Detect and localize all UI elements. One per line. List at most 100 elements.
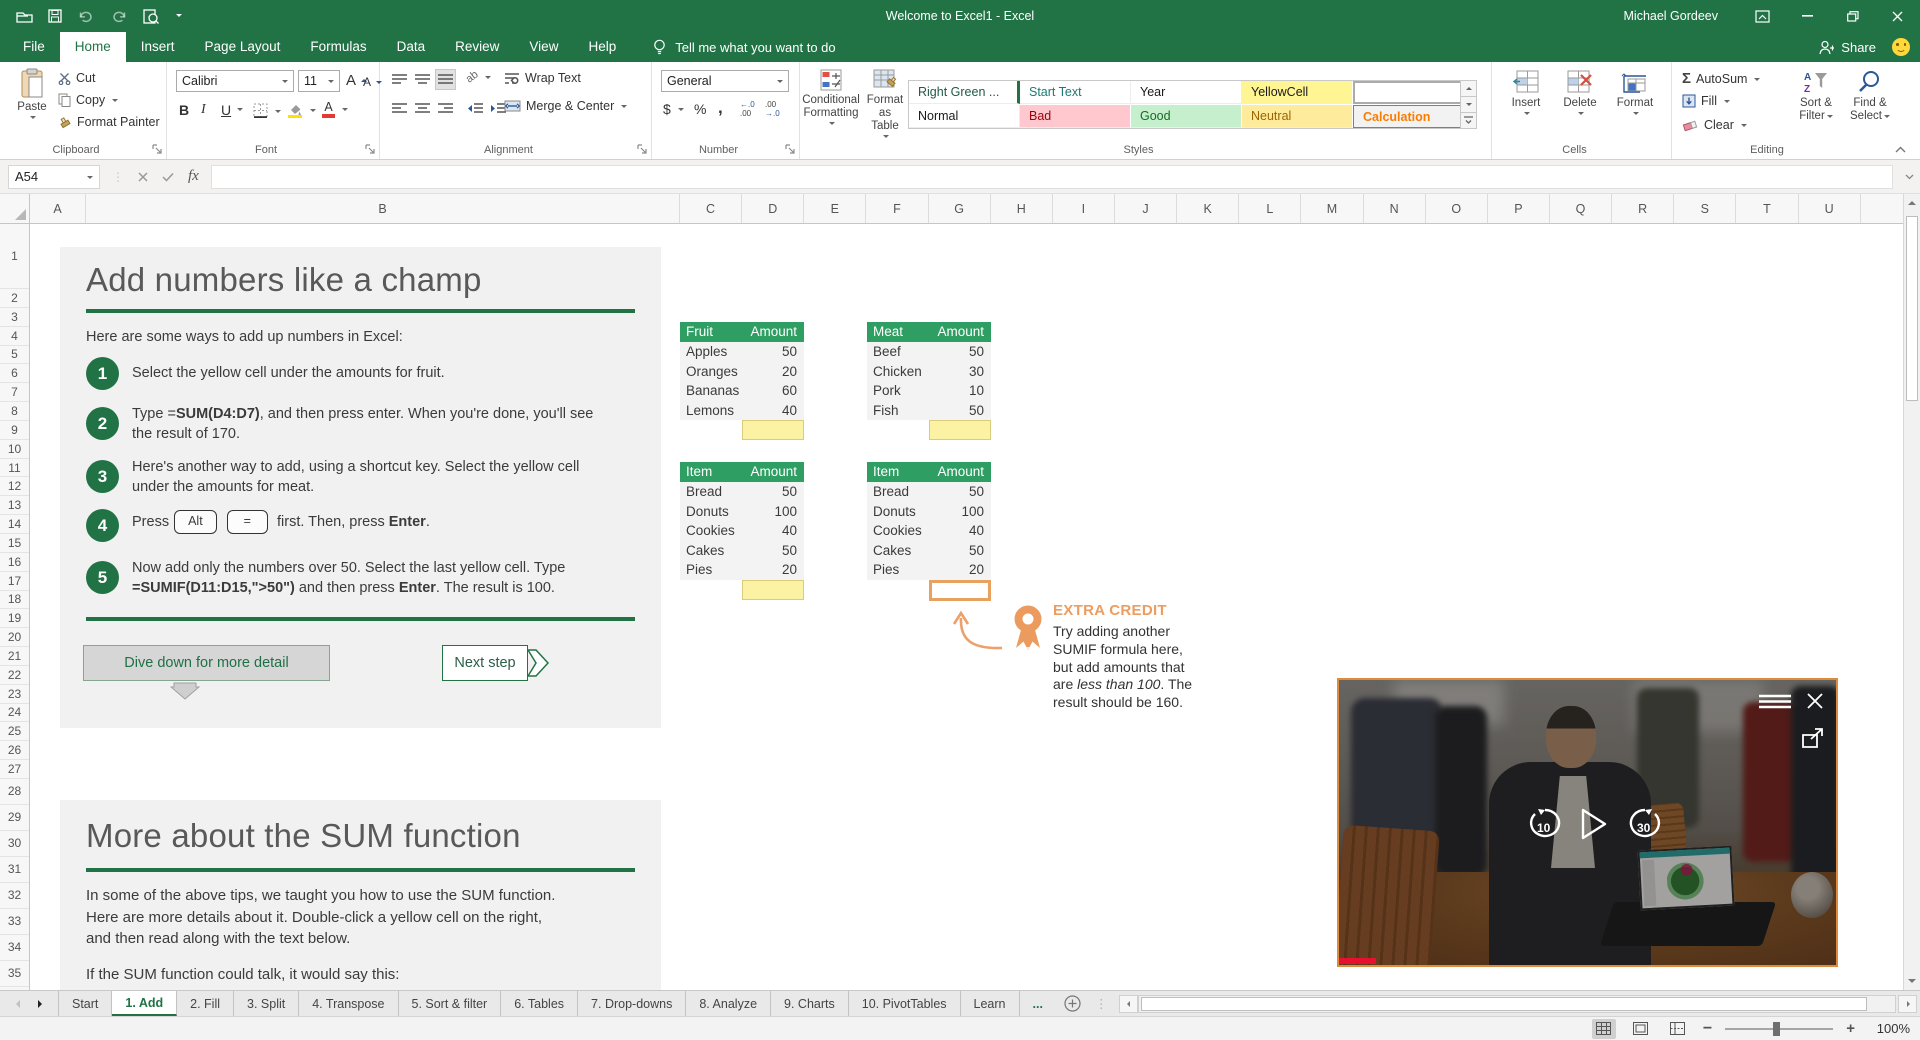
amount-cell[interactable]: 50 [933, 482, 991, 502]
zoom-in-button[interactable]: + [1846, 1020, 1855, 1037]
insert-function-icon[interactable]: fx [188, 168, 199, 185]
amount-cell[interactable]: 50 [746, 541, 804, 561]
normal-view-button[interactable] [1591, 1018, 1616, 1039]
font-color-dropdown-icon[interactable] [342, 108, 348, 114]
alignment-dialog-launcher-icon[interactable] [637, 144, 648, 155]
font-name-select[interactable]: Calibri [176, 70, 294, 92]
customize-qat-icon[interactable] [176, 14, 182, 20]
item-cell[interactable]: Cookies [867, 521, 933, 541]
decrease-indent-button[interactable] [464, 98, 485, 119]
sheet-nav-right-icon[interactable] [38, 999, 46, 1008]
item-cell[interactable]: Bananas [680, 381, 746, 401]
clipboard-dialog-launcher-icon[interactable] [152, 144, 163, 155]
row-header[interactable]: 8 [0, 402, 29, 421]
ribbon-tab[interactable]: File [8, 32, 60, 62]
row-header[interactable]: 31 [0, 857, 29, 883]
cell-style-item[interactable]: Right Green ... [909, 81, 1020, 104]
align-bottom-button[interactable] [435, 69, 456, 90]
scroll-down-icon[interactable] [1904, 972, 1920, 990]
item-cell[interactable]: Donuts [680, 502, 746, 522]
amount-cell[interactable]: 50 [746, 482, 804, 502]
amount-cell[interactable]: 30 [933, 362, 991, 382]
ribbon-tab[interactable]: Insert [126, 32, 190, 62]
item-cell[interactable]: Pies [680, 560, 746, 580]
select-all-corner[interactable] [0, 194, 30, 223]
row-header[interactable]: 29 [0, 805, 29, 831]
hscroll-right-icon[interactable] [1898, 994, 1917, 1013]
cell-style-item[interactable]: Good [1131, 104, 1242, 128]
row-header[interactable]: 4 [0, 327, 29, 346]
gallery-up-icon[interactable] [1460, 80, 1477, 97]
gallery-more-icon[interactable] [1460, 113, 1477, 129]
sheet-tab[interactable]: 4. Transpose [299, 991, 399, 1016]
save-icon[interactable] [48, 9, 62, 23]
accounting-format-button[interactable]: $ [663, 101, 684, 117]
align-top-button[interactable] [389, 69, 410, 90]
row-header[interactable]: 15 [0, 534, 29, 553]
amount-cell[interactable]: 50 [746, 342, 804, 362]
restore-button[interactable] [1830, 0, 1875, 32]
row-header[interactable]: 34 [0, 935, 29, 961]
comma-style-button[interactable]: , [718, 98, 723, 118]
gallery-down-icon[interactable] [1460, 97, 1477, 113]
row-header[interactable]: 33 [0, 909, 29, 935]
find-select-button[interactable]: Find & Select [1844, 65, 1896, 155]
row-header[interactable]: 17 [0, 572, 29, 591]
increase-decimal-button[interactable]: ←.0.00 [740, 100, 755, 118]
ribbon-tab[interactable]: Page Layout [190, 32, 296, 62]
row-header[interactable]: 25 [0, 722, 29, 742]
close-button[interactable] [1875, 0, 1920, 32]
find-select-dropdown-icon[interactable] [1883, 115, 1890, 121]
align-left-button[interactable] [389, 98, 410, 119]
zoom-out-button[interactable]: − [1703, 1020, 1712, 1038]
paste-button[interactable]: Paste [10, 65, 54, 155]
row-header[interactable]: 9 [0, 421, 29, 440]
row-header[interactable]: 11 [0, 459, 29, 478]
ribbon-tab[interactable]: Home [59, 32, 126, 62]
sheet-tab[interactable]: 10. PivotTables [849, 991, 961, 1016]
column-header[interactable]: N [1364, 194, 1426, 223]
name-box-dropdown-icon[interactable] [87, 175, 93, 182]
cell-style-item[interactable] [1353, 81, 1464, 104]
fill-color-button[interactable] [287, 102, 316, 118]
sheet-tab[interactable]: 7. Drop-downs [578, 991, 687, 1016]
row-header[interactable]: 7 [0, 383, 29, 403]
share-button[interactable]: Share [1818, 40, 1876, 55]
video-menu-icon[interactable] [1759, 694, 1791, 709]
amount-cell[interactable]: 60 [746, 381, 804, 401]
extra-credit-target-cell[interactable] [929, 579, 991, 601]
delete-cells-button[interactable]: Delete [1554, 65, 1606, 155]
sheet-tab[interactable]: 2. Fill [177, 991, 235, 1016]
zoom-slider-thumb[interactable] [1773, 1021, 1781, 1036]
column-header[interactable]: K [1177, 194, 1240, 223]
row-header[interactable]: 3 [0, 308, 29, 327]
amount-header-cell[interactable]: Amount [933, 462, 991, 482]
sheet-tab[interactable]: 6. Tables [501, 991, 579, 1016]
bold-button[interactable]: B [179, 102, 189, 118]
row-header[interactable]: 24 [0, 704, 29, 723]
sheet-tab[interactable]: 1. Add [112, 991, 178, 1016]
format-as-table-button[interactable]: Format as Table [862, 65, 908, 155]
row-header[interactable]: 10 [0, 440, 29, 459]
video-progress-bar[interactable] [1339, 958, 1376, 964]
merge-dropdown-icon[interactable] [621, 105, 628, 111]
ribbon-tab[interactable]: Review [440, 32, 514, 62]
forward-30-button[interactable]: 30 [1627, 808, 1663, 842]
sheet-tab-overflow[interactable]: ... [1020, 991, 1056, 1016]
fill-button[interactable]: Fill [1682, 94, 1730, 108]
font-size-select[interactable]: 11 [298, 70, 340, 92]
row-header[interactable]: 19 [0, 609, 29, 629]
print-preview-icon[interactable] [143, 8, 159, 24]
sheet-tab[interactable]: 5. Sort & filter [399, 991, 502, 1016]
sheet-nav-left-icon[interactable] [12, 999, 20, 1008]
item-header-cell[interactable]: Item [680, 462, 746, 482]
amount-header-cell[interactable]: Amount [746, 322, 804, 342]
ribbon-tab[interactable]: Formulas [295, 32, 381, 62]
cancel-icon[interactable] [138, 171, 148, 182]
column-header[interactable]: L [1239, 194, 1302, 223]
row-header[interactable]: 12 [0, 477, 29, 497]
row-header[interactable]: 13 [0, 496, 29, 516]
conditional-formatting-dropdown-icon[interactable] [829, 122, 835, 128]
row-header[interactable]: 26 [0, 741, 29, 761]
row-header[interactable]: 22 [0, 666, 29, 685]
